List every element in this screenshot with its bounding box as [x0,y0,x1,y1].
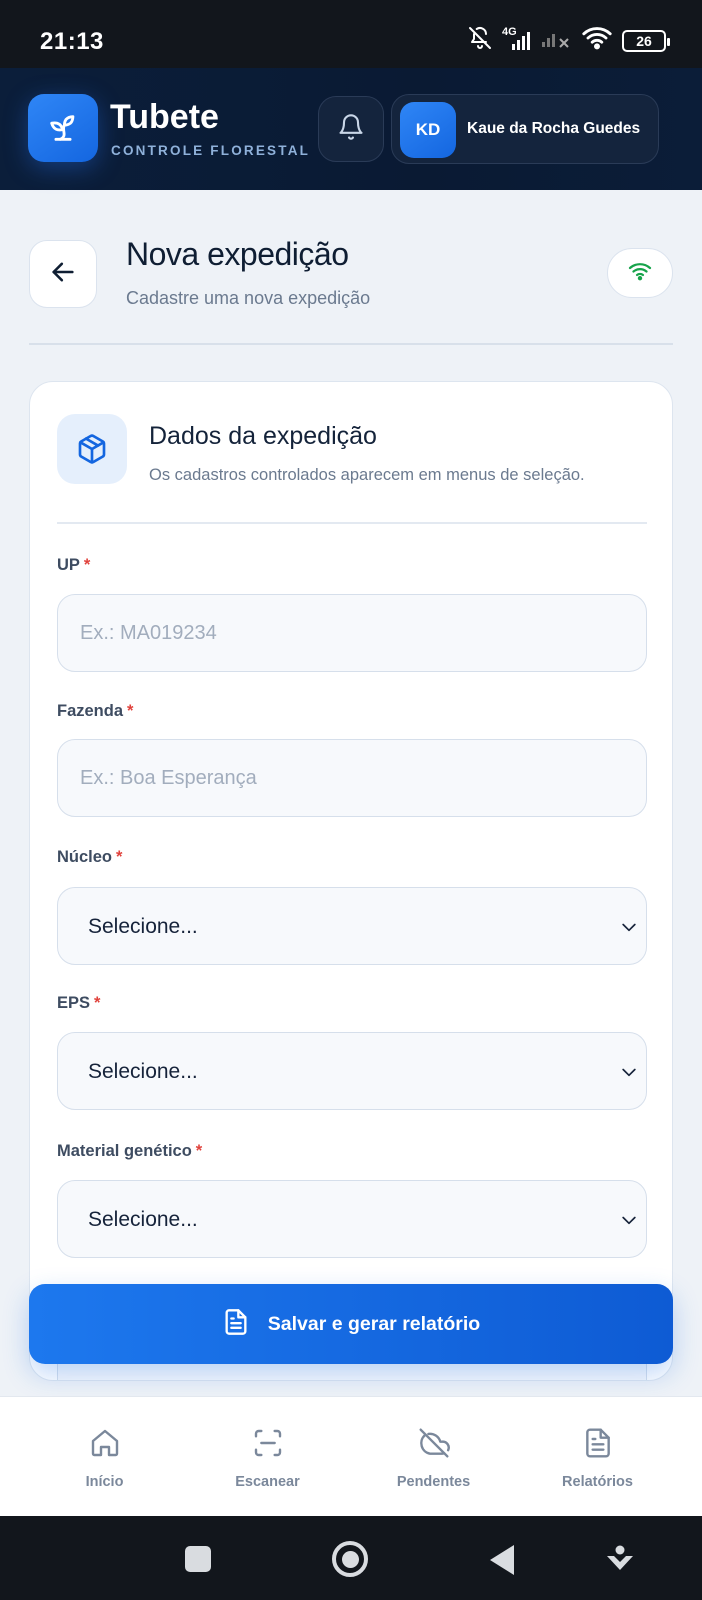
notifications-button[interactable] [318,96,384,162]
battery-icon: 26 [622,29,670,52]
bottom-nav: Início Escanear Pendentes Relatórios [0,1396,702,1516]
package-icon [57,414,127,484]
page-title: Nova expedição [126,236,349,272]
bell-off-icon [468,26,492,55]
home-button[interactable] [332,1541,368,1577]
page-subtitle: Cadastre uma nova expedição [126,288,371,308]
material-label: Material genético * [57,1142,203,1160]
nav-label: Relatórios [562,1474,633,1490]
required-mark: * [127,702,134,720]
nucleo-label: Núcleo * [57,848,123,866]
system-nav-bar [0,1516,702,1600]
signal-x-icon [542,27,572,54]
chevron-down-icon [618,1210,640,1235]
recents-button[interactable] [185,1546,211,1572]
status-time: 21:13 [40,28,104,55]
cloud-off-icon [417,1427,451,1464]
back-nav-button[interactable] [490,1545,514,1575]
sprout-icon [28,94,98,162]
app-header: Tubete CONTROLE FLORESTAL KD Kaue da Roc… [0,68,702,190]
form-subtitle: Os cadastros controlados aparecem em men… [149,466,585,484]
file-text-icon [582,1427,614,1464]
user-profile-button[interactable]: KD Kaue da Rocha Guedes [391,94,659,164]
up-field[interactable] [57,594,647,672]
back-button[interactable] [29,240,97,308]
signal-icon: 4G [502,26,532,52]
connection-status[interactable] [607,248,673,298]
required-mark: * [83,556,91,574]
nav-label: Início [85,1474,124,1490]
arrow-left-icon [49,258,77,291]
required-mark: * [94,994,101,1012]
fazenda-label: Fazenda * [57,702,134,720]
chevron-down-icon [618,1062,640,1087]
status-icons: 4G 26 [468,26,670,55]
nav-label: Escanear [235,1474,300,1490]
user-name: Kaue da Rocha Guedes [467,120,641,137]
assist-button[interactable] [604,1544,636,1579]
eps-select-value: Selecione... [88,1060,198,1083]
required-mark: * [195,1142,203,1160]
required-mark: * [116,848,123,866]
nav-label: Pendentes [396,1474,471,1490]
chevron-down-icon [618,917,640,942]
wifi-icon [582,26,612,55]
save-report-button[interactable]: Salvar e gerar relatório [29,1284,673,1364]
material-select-value: Selecione... [88,1208,198,1231]
nav-item-pendentes[interactable]: Pendentes [346,1397,521,1517]
save-button-label: Salvar e gerar relatório [267,1312,481,1335]
nucleo-select-value: Selecione... [88,915,198,938]
status-bar: 21:13 4G 26 [0,0,702,68]
up-label: UP * [57,556,91,574]
up-input[interactable] [58,595,646,671]
expedition-form-card: Dados da expedição Os cadastros controla… [29,381,673,1381]
eps-label: EPS * [57,994,101,1012]
eps-select[interactable]: Selecione... [57,1032,647,1110]
bell-icon [337,113,365,146]
nav-item-escanear[interactable]: Escanear [180,1397,355,1517]
home-dot [341,1550,359,1568]
avatar: KD [400,102,456,158]
scan-icon [252,1427,284,1464]
brand-subtitle: CONTROLE FLORESTAL [111,143,311,158]
file-text-icon [222,1307,250,1342]
divider [29,343,673,345]
divider [57,522,647,524]
form-title: Dados da expedição [149,422,377,450]
brand-title: Tubete [110,98,219,136]
nav-item-inicio[interactable]: Início [17,1397,192,1517]
nucleo-select[interactable]: Selecione... [57,887,647,965]
wifi-icon [628,260,652,287]
fazenda-input[interactable] [58,740,646,816]
fazenda-field[interactable] [57,739,647,817]
nav-item-relatorios[interactable]: Relatórios [510,1397,685,1517]
home-icon [89,1427,121,1464]
network-type: 4G [502,25,517,38]
material-select[interactable]: Selecione... [57,1180,647,1258]
